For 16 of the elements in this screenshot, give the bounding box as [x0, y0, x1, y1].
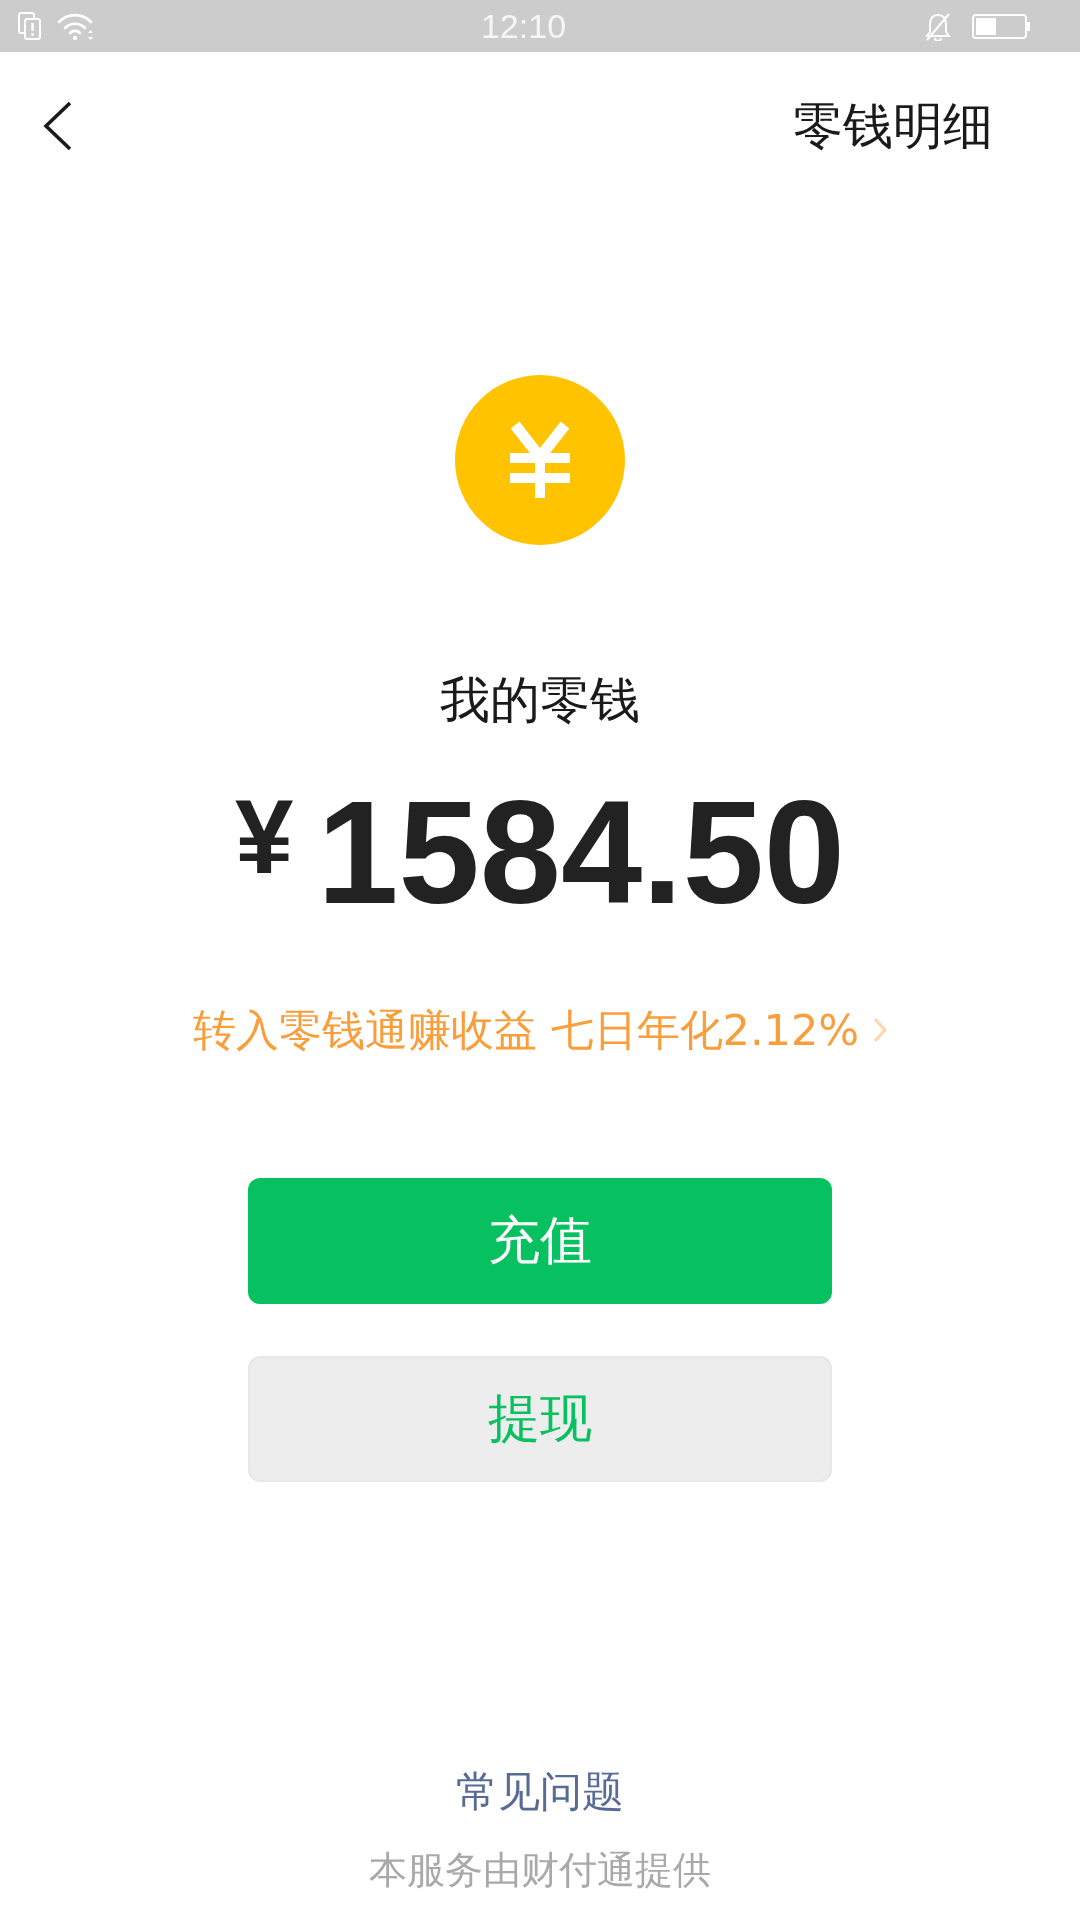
withdraw-button[interactable]: 提现 [248, 1356, 832, 1482]
bill-details-link[interactable]: 零钱明细 [793, 96, 993, 156]
card-alert-icon [17, 11, 42, 41]
provider-note: 本服务由财付通提供 [369, 1847, 711, 1894]
bell-off-icon [924, 11, 952, 41]
top-up-button[interactable]: 充值 [248, 1178, 832, 1304]
yen-coin-icon [455, 375, 625, 545]
currency-symbol: ¥ [234, 784, 294, 889]
balance-amount: 1584.50 [317, 780, 846, 926]
chevron-right-icon [873, 1017, 888, 1043]
balance-label: 我的零钱 [440, 670, 640, 730]
chevron-left-icon [43, 101, 73, 151]
battery-icon [972, 13, 1030, 39]
promo-link[interactable]: 转入零钱通赚收益 七日年化2.12% [192, 1002, 860, 1058]
faq-link[interactable]: 常见问题 [456, 1764, 624, 1819]
wifi-icon [57, 11, 93, 41]
